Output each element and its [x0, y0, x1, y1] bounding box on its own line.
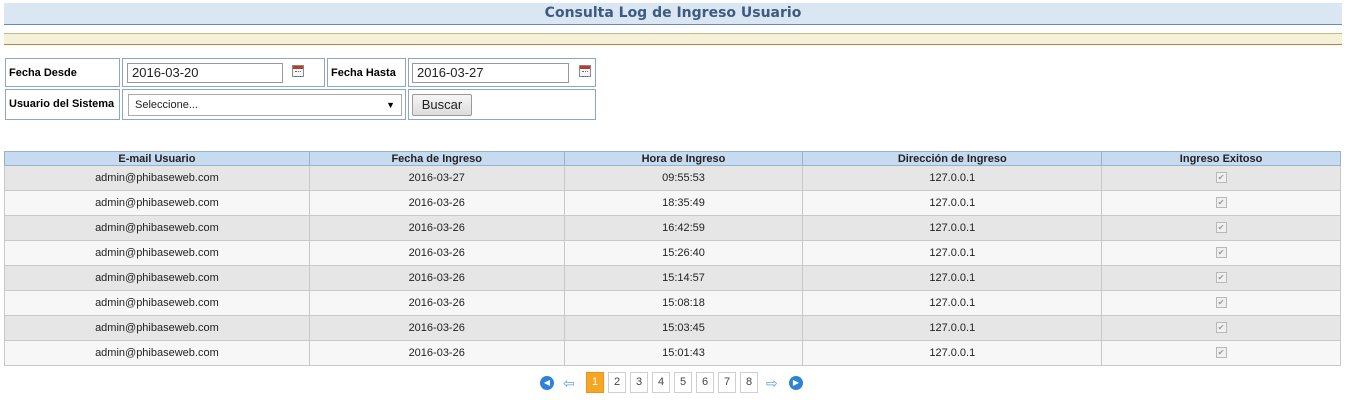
ip-cell: 127.0.0.1	[802, 165, 1103, 191]
exitoso-cell: ✔	[1101, 165, 1341, 191]
ip-cell: 127.0.0.1	[802, 265, 1103, 291]
page-1[interactable]: 1	[586, 372, 604, 393]
column-header[interactable]: Hora de Ingreso	[563, 151, 804, 166]
fecha-cell: 2016-03-26	[308, 340, 565, 366]
exitoso-checkbox: ✔	[1215, 272, 1227, 283]
hora-cell: 18:35:49	[563, 190, 804, 216]
fecha-cell: 2016-03-26	[308, 315, 565, 341]
hora-cell: 15:08:18	[563, 290, 804, 316]
hora-cell: 16:42:59	[563, 215, 804, 241]
fecha-hasta-input[interactable]: 2016-03-27	[412, 63, 569, 83]
fecha-desde-input[interactable]: 2016-03-20	[127, 63, 283, 83]
email-cell: admin@phibaseweb.com	[4, 190, 310, 216]
exitoso-checkbox: ✔	[1215, 347, 1227, 358]
next-page-icon[interactable]: ⇨	[766, 374, 778, 392]
ip-cell: 127.0.0.1	[802, 315, 1103, 341]
fecha-cell: 2016-03-26	[308, 215, 565, 241]
exitoso-cell: ✔	[1101, 290, 1341, 316]
ip-cell: 127.0.0.1	[802, 190, 1103, 216]
table-row[interactable]: admin@phibaseweb.com 2016-03-26 15:03:45…	[4, 315, 1341, 341]
fecha-desde-cell: 2016-03-20	[122, 58, 325, 87]
exitoso-cell: ✔	[1101, 215, 1341, 241]
table-row[interactable]: admin@phibaseweb.com 2016-03-26 15:26:40…	[4, 240, 1341, 266]
buscar-button[interactable]: Buscar	[412, 94, 472, 116]
email-cell: admin@phibaseweb.com	[4, 340, 310, 366]
fecha-hasta-label-cell: Fecha Hasta	[327, 58, 406, 87]
fecha-cell: 2016-03-26	[308, 265, 565, 291]
results-table: E-mail Usuario Fecha de Ingreso Hora de …	[4, 151, 1341, 366]
hora-cell: 15:03:45	[563, 315, 804, 341]
fecha-cell: 2016-03-26	[308, 290, 565, 316]
exitoso-checkbox: ✔	[1215, 197, 1227, 208]
exitoso-cell: ✔	[1101, 340, 1341, 366]
fecha-hasta-label: Fecha Hasta	[331, 67, 396, 79]
column-header[interactable]: Fecha de Ingreso	[308, 151, 565, 166]
page-5[interactable]: 5	[674, 372, 692, 393]
fecha-desde-label-cell: Fecha Desde	[5, 58, 120, 87]
calendar-icon[interactable]	[579, 65, 591, 77]
ip-cell: 127.0.0.1	[802, 240, 1103, 266]
last-page-icon[interactable]: ▶	[789, 376, 803, 390]
calendar-icon[interactable]	[292, 65, 304, 77]
email-cell: admin@phibaseweb.com	[4, 165, 310, 191]
column-header[interactable]: Ingreso Exitoso	[1101, 151, 1341, 166]
column-header[interactable]: Dirección de Ingreso	[802, 151, 1103, 166]
usuario-label: Usuario del Sistema	[9, 98, 115, 110]
ip-cell: 127.0.0.1	[802, 290, 1103, 316]
hora-cell: 09:55:53	[563, 165, 804, 191]
email-cell: admin@phibaseweb.com	[4, 240, 310, 266]
page-7[interactable]: 7	[718, 372, 736, 393]
table-row[interactable]: admin@phibaseweb.com 2016-03-26 15:01:43…	[4, 340, 1341, 366]
table-header-row: E-mail Usuario Fecha de Ingreso Hora de …	[4, 151, 1341, 166]
hora-cell: 15:26:40	[563, 240, 804, 266]
exitoso-cell: ✔	[1101, 265, 1341, 291]
email-cell: admin@phibaseweb.com	[4, 315, 310, 341]
fecha-hasta-cell: 2016-03-27	[408, 58, 596, 87]
fecha-cell: 2016-03-26	[308, 240, 565, 266]
ip-cell: 127.0.0.1	[802, 340, 1103, 366]
hora-cell: 15:14:57	[563, 265, 804, 291]
page-6[interactable]: 6	[696, 372, 714, 393]
usuario-select[interactable]: Seleccione... ▼	[128, 94, 402, 116]
usuario-select-value: Seleccione...	[135, 99, 198, 111]
buscar-cell: Buscar	[408, 89, 596, 120]
table-row[interactable]: admin@phibaseweb.com 2016-03-27 09:55:53…	[4, 165, 1341, 191]
fecha-desde-label: Fecha Desde	[9, 67, 77, 79]
page-3[interactable]: 3	[630, 372, 648, 393]
column-header[interactable]: E-mail Usuario	[4, 151, 310, 166]
exitoso-checkbox: ✔	[1215, 247, 1227, 258]
dropdown-arrow-icon: ▼	[386, 100, 395, 110]
fecha-cell: 2016-03-26	[308, 190, 565, 216]
exitoso-cell: ✔	[1101, 190, 1341, 216]
exitoso-checkbox: ✔	[1215, 322, 1227, 333]
page-8[interactable]: 8	[740, 372, 758, 393]
hora-cell: 15:01:43	[563, 340, 804, 366]
toolbar-band	[4, 33, 1342, 45]
exitoso-checkbox: ✔	[1215, 297, 1227, 308]
usuario-cell: Seleccione... ▼	[122, 89, 406, 120]
first-page-icon[interactable]: ◀	[540, 376, 554, 390]
usuario-label-cell: Usuario del Sistema	[5, 89, 120, 120]
email-cell: admin@phibaseweb.com	[4, 290, 310, 316]
page-4[interactable]: 4	[652, 372, 670, 393]
page-2[interactable]: 2	[608, 372, 626, 393]
email-cell: admin@phibaseweb.com	[4, 215, 310, 241]
email-cell: admin@phibaseweb.com	[4, 265, 310, 291]
ip-cell: 127.0.0.1	[802, 215, 1103, 241]
exitoso-checkbox: ✔	[1215, 222, 1227, 233]
table-row[interactable]: admin@phibaseweb.com 2016-03-26 15:08:18…	[4, 290, 1341, 316]
exitoso-cell: ✔	[1101, 240, 1341, 266]
page-title: Consulta Log de Ingreso Usuario	[4, 3, 1342, 25]
table-row[interactable]: admin@phibaseweb.com 2016-03-26 16:42:59…	[4, 215, 1341, 241]
exitoso-cell: ✔	[1101, 315, 1341, 341]
table-row[interactable]: admin@phibaseweb.com 2016-03-26 15:14:57…	[4, 265, 1341, 291]
table-row[interactable]: admin@phibaseweb.com 2016-03-26 18:35:49…	[4, 190, 1341, 216]
exitoso-checkbox: ✔	[1215, 172, 1227, 183]
prev-page-icon[interactable]: ⇦	[563, 374, 575, 392]
fecha-cell: 2016-03-27	[308, 165, 565, 191]
